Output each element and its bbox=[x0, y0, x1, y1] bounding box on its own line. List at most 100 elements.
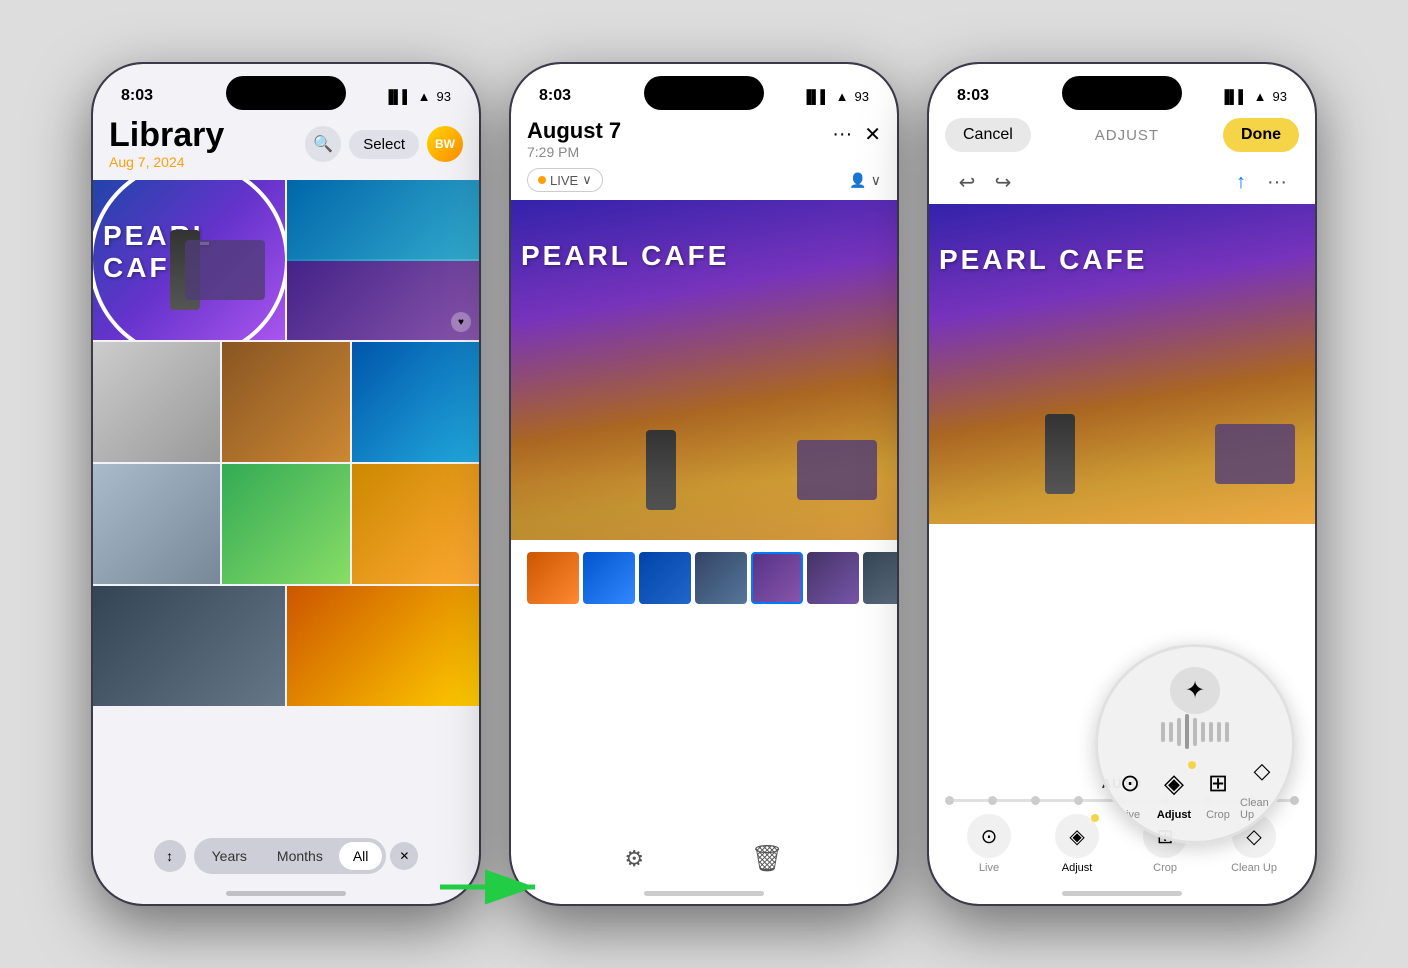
detail-header-right: ··· ✕ bbox=[832, 118, 881, 147]
photo-cell-1[interactable]: PEARL CAF bbox=[93, 180, 285, 340]
library-header: Library Aug 7, 2024 🔍 Select BW bbox=[93, 114, 479, 180]
dynamic-island-2 bbox=[644, 76, 764, 110]
photo-overlay bbox=[511, 480, 897, 540]
adjust-tool[interactable]: ◈ Adjust bbox=[1055, 814, 1099, 874]
slider-dot bbox=[945, 796, 954, 805]
cleanup-tool-label: Clean Up bbox=[1231, 862, 1277, 874]
slider-pip bbox=[1161, 722, 1165, 742]
circle-tools-content: ✦ bbox=[1098, 647, 1292, 841]
photo-cell-6[interactable] bbox=[93, 464, 220, 584]
thumb-4[interactable] bbox=[695, 552, 747, 604]
circle-cleanup-tool[interactable]: ◇ Clean Up bbox=[1240, 749, 1284, 821]
delete-button[interactable]: 🗑 bbox=[751, 843, 784, 874]
library-title-block: Library Aug 7, 2024 bbox=[109, 118, 224, 170]
live-tool[interactable]: ⊙ Live bbox=[967, 814, 1011, 874]
thumb-7[interactable] bbox=[863, 552, 897, 604]
pearl-cafe-label-edit: PEARL CAFE bbox=[939, 244, 1147, 276]
dynamic-island-3 bbox=[1062, 76, 1182, 110]
filter-bar: ↕ Years Months All ✕ bbox=[93, 838, 479, 874]
all-tab[interactable]: All bbox=[339, 842, 383, 870]
thumb-3[interactable] bbox=[639, 552, 691, 604]
photo-row-3 bbox=[93, 464, 479, 584]
photo-cell-10[interactable] bbox=[287, 586, 479, 706]
slider-pip bbox=[1201, 722, 1205, 742]
signal-icon-3: ▐▌▌ bbox=[1220, 89, 1248, 104]
dynamic-island-1 bbox=[226, 76, 346, 110]
edit-action-bar: ↩ ↪ ↑ ··· bbox=[929, 160, 1315, 204]
status-icons-1: ▐▌▌ ▲ 93 bbox=[384, 89, 451, 104]
photo-cell-3[interactable] bbox=[93, 342, 220, 462]
share-button[interactable]: ↑ bbox=[1223, 164, 1259, 200]
edit-top-bar: Cancel ADJUST Done bbox=[929, 114, 1315, 160]
photo-cell-2[interactable]: ♥ bbox=[287, 180, 479, 340]
redo-button[interactable]: ↪ bbox=[985, 164, 1021, 200]
slider-dot bbox=[1074, 796, 1083, 805]
thumb-1[interactable] bbox=[527, 552, 579, 604]
photo-cell-9[interactable] bbox=[93, 586, 285, 706]
circle-cleanup-label: Clean Up bbox=[1240, 797, 1284, 821]
green-arrow bbox=[430, 862, 550, 912]
photo-cell-8[interactable] bbox=[352, 464, 479, 584]
years-tab[interactable]: Years bbox=[198, 842, 261, 870]
more-button[interactable]: ··· bbox=[832, 123, 852, 146]
circle-crop-tool[interactable]: ⊞ Crop bbox=[1196, 761, 1240, 821]
edit-sliders-button[interactable]: ⚙ bbox=[624, 846, 644, 872]
thumb-6[interactable] bbox=[807, 552, 859, 604]
slider-dot bbox=[1031, 796, 1040, 805]
phone3-screen: 8:03 ▐▌▌ ▲ 93 Cancel ADJUST Done ↩ bbox=[929, 64, 1315, 904]
circle-slider bbox=[1161, 714, 1229, 749]
photo-row-2 bbox=[93, 342, 479, 462]
thumbnail-strip bbox=[511, 540, 897, 616]
filter-tabs: Years Months All bbox=[194, 838, 387, 874]
live-chevron: ∨ bbox=[582, 172, 592, 188]
magnifier-inner: ✦ bbox=[1098, 647, 1292, 841]
avatar-button[interactable]: BW bbox=[427, 126, 463, 162]
photo-cell-7[interactable] bbox=[222, 464, 349, 584]
circle-adjust-tool[interactable]: ◈ Adjust bbox=[1152, 761, 1196, 821]
people-button[interactable]: 👤 ∨ bbox=[849, 172, 881, 189]
phone1-screen: 8:03 ▐▌▌ ▲ 93 Library Aug 7, 2024 🔍 bbox=[93, 64, 479, 904]
status-time-2: 8:03 bbox=[539, 87, 571, 105]
wifi-icon-3: ▲ bbox=[1254, 89, 1267, 104]
live-badge[interactable]: LIVE ∨ bbox=[527, 168, 603, 192]
detail-header: August 7 7:29 PM ··· ✕ bbox=[511, 114, 897, 168]
circle-cleanup-icon: ◇ bbox=[1240, 749, 1284, 793]
wand-icon[interactable]: ✦ bbox=[1170, 667, 1220, 714]
library-date: Aug 7, 2024 bbox=[109, 154, 224, 170]
people-chevron: ∨ bbox=[871, 172, 881, 189]
done-button[interactable]: Done bbox=[1223, 118, 1299, 152]
thumb-5[interactable] bbox=[751, 552, 803, 604]
more-edit-button[interactable]: ··· bbox=[1259, 164, 1295, 200]
sort-button[interactable]: ↕ bbox=[154, 840, 186, 872]
detail-date-title: August 7 bbox=[527, 118, 621, 144]
adjust-tool-label: Adjust bbox=[1062, 862, 1093, 874]
cancel-button[interactable]: Cancel bbox=[945, 118, 1031, 152]
edit-photo: PEARL CAFE bbox=[929, 204, 1315, 524]
close-button[interactable]: ✕ bbox=[864, 122, 881, 147]
months-tab[interactable]: Months bbox=[263, 842, 337, 870]
photo-cell-5[interactable] bbox=[352, 342, 479, 462]
filter-close-button[interactable]: ✕ bbox=[390, 842, 418, 870]
signal-icon-1: ▐▌▌ bbox=[384, 89, 412, 104]
adjust-tool-icon: ◈ bbox=[1055, 814, 1099, 858]
detail-meta: LIVE ∨ 👤 ∨ bbox=[511, 168, 897, 200]
circle-crop-label: Crop bbox=[1206, 809, 1230, 821]
detail-toolbar: ⚙ 🗑 bbox=[511, 843, 897, 874]
library-header-buttons: 🔍 Select BW bbox=[305, 126, 463, 162]
live-dot bbox=[538, 176, 546, 184]
tool-magnifier-circle: ✦ bbox=[1095, 644, 1295, 844]
slider-pip bbox=[1217, 722, 1221, 742]
edit-photo-person bbox=[1045, 414, 1075, 494]
slider-dot bbox=[988, 796, 997, 805]
photo-cell-4[interactable] bbox=[222, 342, 349, 462]
people-icon: 👤 bbox=[849, 172, 866, 189]
circle-live-tool[interactable]: ⊙ Live bbox=[1108, 761, 1152, 821]
phone-library: 8:03 ▐▌▌ ▲ 93 Library Aug 7, 2024 🔍 bbox=[91, 62, 481, 906]
select-button[interactable]: Select bbox=[349, 130, 419, 159]
undo-button[interactable]: ↩ bbox=[949, 164, 985, 200]
slider-pip bbox=[1193, 718, 1197, 746]
search-button[interactable]: 🔍 bbox=[305, 126, 341, 162]
thumb-2[interactable] bbox=[583, 552, 635, 604]
phone-edit: 8:03 ▐▌▌ ▲ 93 Cancel ADJUST Done ↩ bbox=[927, 62, 1317, 906]
battery-icon-1: 93 bbox=[437, 89, 451, 104]
